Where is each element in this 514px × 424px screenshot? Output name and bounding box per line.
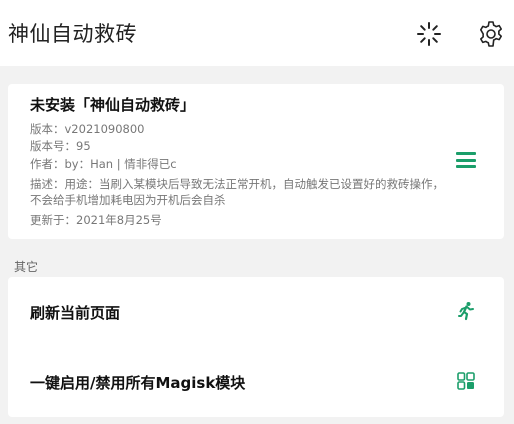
module-title: 未安装「神仙自动救砖」: [30, 96, 196, 114]
module-updated: 更新于：2021年8月25号: [30, 213, 162, 227]
section-label-other: 其它: [14, 260, 39, 274]
loading-spinner-icon[interactable]: [415, 20, 443, 48]
menu-icon[interactable]: [456, 152, 476, 168]
refresh-page-button[interactable]: 刷新当前页面: [8, 277, 504, 347]
module-version: 版本：v2021090800: [30, 122, 145, 136]
toggle-all-modules-label: 一键启用/禁用所有Magisk模块: [30, 374, 246, 392]
running-icon: [456, 301, 476, 321]
modules-icon: [456, 371, 476, 391]
gear-icon[interactable]: [477, 20, 505, 48]
module-author: 作者：by：Han | 情非得已c: [30, 157, 177, 171]
module-description: 描述：用途：当刷入某模块后导致无法正常开机，自动触发已设置好的救砖操作，不会给手…: [30, 177, 444, 207]
refresh-page-label: 刷新当前页面: [30, 304, 121, 322]
app-title: 神仙自动救砖: [8, 22, 137, 46]
module-version-code: 版本号：95: [30, 139, 91, 153]
toggle-all-modules-button[interactable]: 一键启用/禁用所有Magisk模块: [8, 347, 504, 417]
actions-card: 刷新当前页面 一键启用/禁用所有Magisk模块: [8, 277, 504, 417]
module-card: 未安装「神仙自动救砖」 版本：v2021090800 版本号：95 作者：by：…: [8, 84, 504, 239]
app-bar: 神仙自动救砖: [0, 0, 514, 66]
